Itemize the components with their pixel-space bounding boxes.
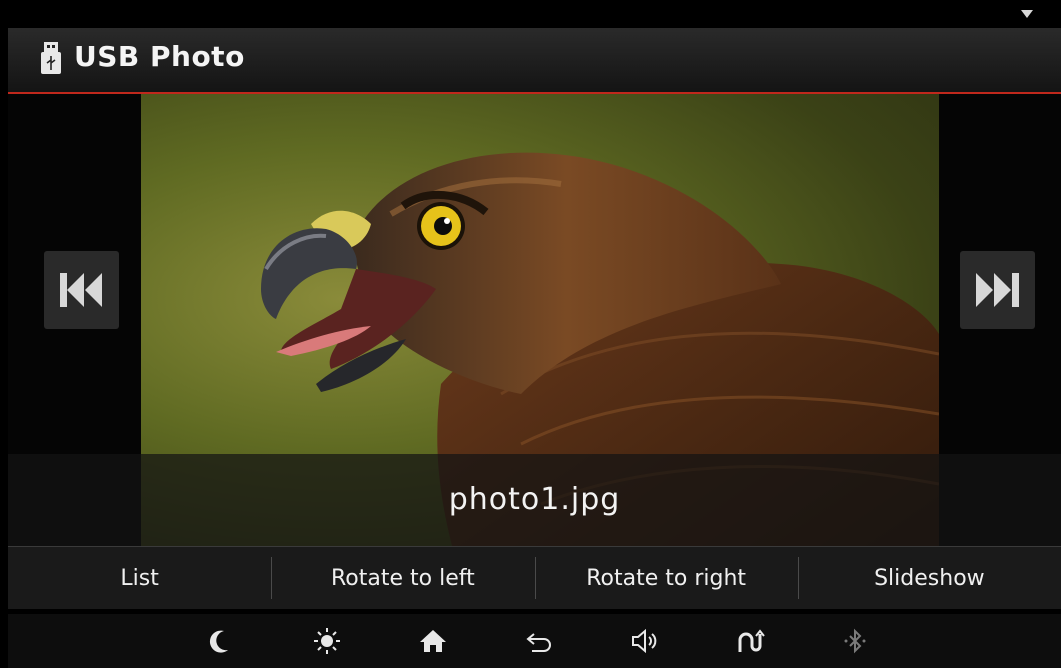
action-bar: List Rotate to left Rotate to right Slid…: [8, 546, 1061, 609]
skip-previous-icon: [60, 273, 102, 307]
slideshow-button[interactable]: Slideshow: [797, 547, 1061, 609]
status-bar: [0, 0, 1061, 28]
volume-icon[interactable]: [630, 628, 660, 654]
photo-filename: photo1.jpg: [448, 482, 621, 517]
signal-icon: [1021, 10, 1033, 18]
caption-bar: photo1.jpg: [8, 454, 1061, 546]
page-title: USB Photo: [74, 40, 245, 73]
brightness-icon[interactable]: [312, 628, 342, 654]
bluetooth-icon[interactable]: [840, 628, 870, 654]
system-bar: [8, 614, 1061, 668]
previous-button[interactable]: [44, 251, 119, 329]
navigation-icon[interactable]: [736, 628, 766, 654]
usb-icon: [41, 42, 61, 74]
photo-viewer: photo1.jpg: [8, 94, 1061, 546]
back-icon[interactable]: [524, 628, 554, 654]
list-button[interactable]: List: [8, 547, 271, 609]
rotate-right-button[interactable]: Rotate to right: [534, 547, 798, 609]
skip-next-icon: [976, 273, 1019, 307]
moon-icon[interactable]: [206, 628, 236, 654]
next-button[interactable]: [960, 251, 1035, 329]
home-icon[interactable]: [418, 628, 448, 654]
rotate-left-button[interactable]: Rotate to left: [271, 547, 534, 609]
app-header: USB Photo: [8, 28, 1061, 94]
